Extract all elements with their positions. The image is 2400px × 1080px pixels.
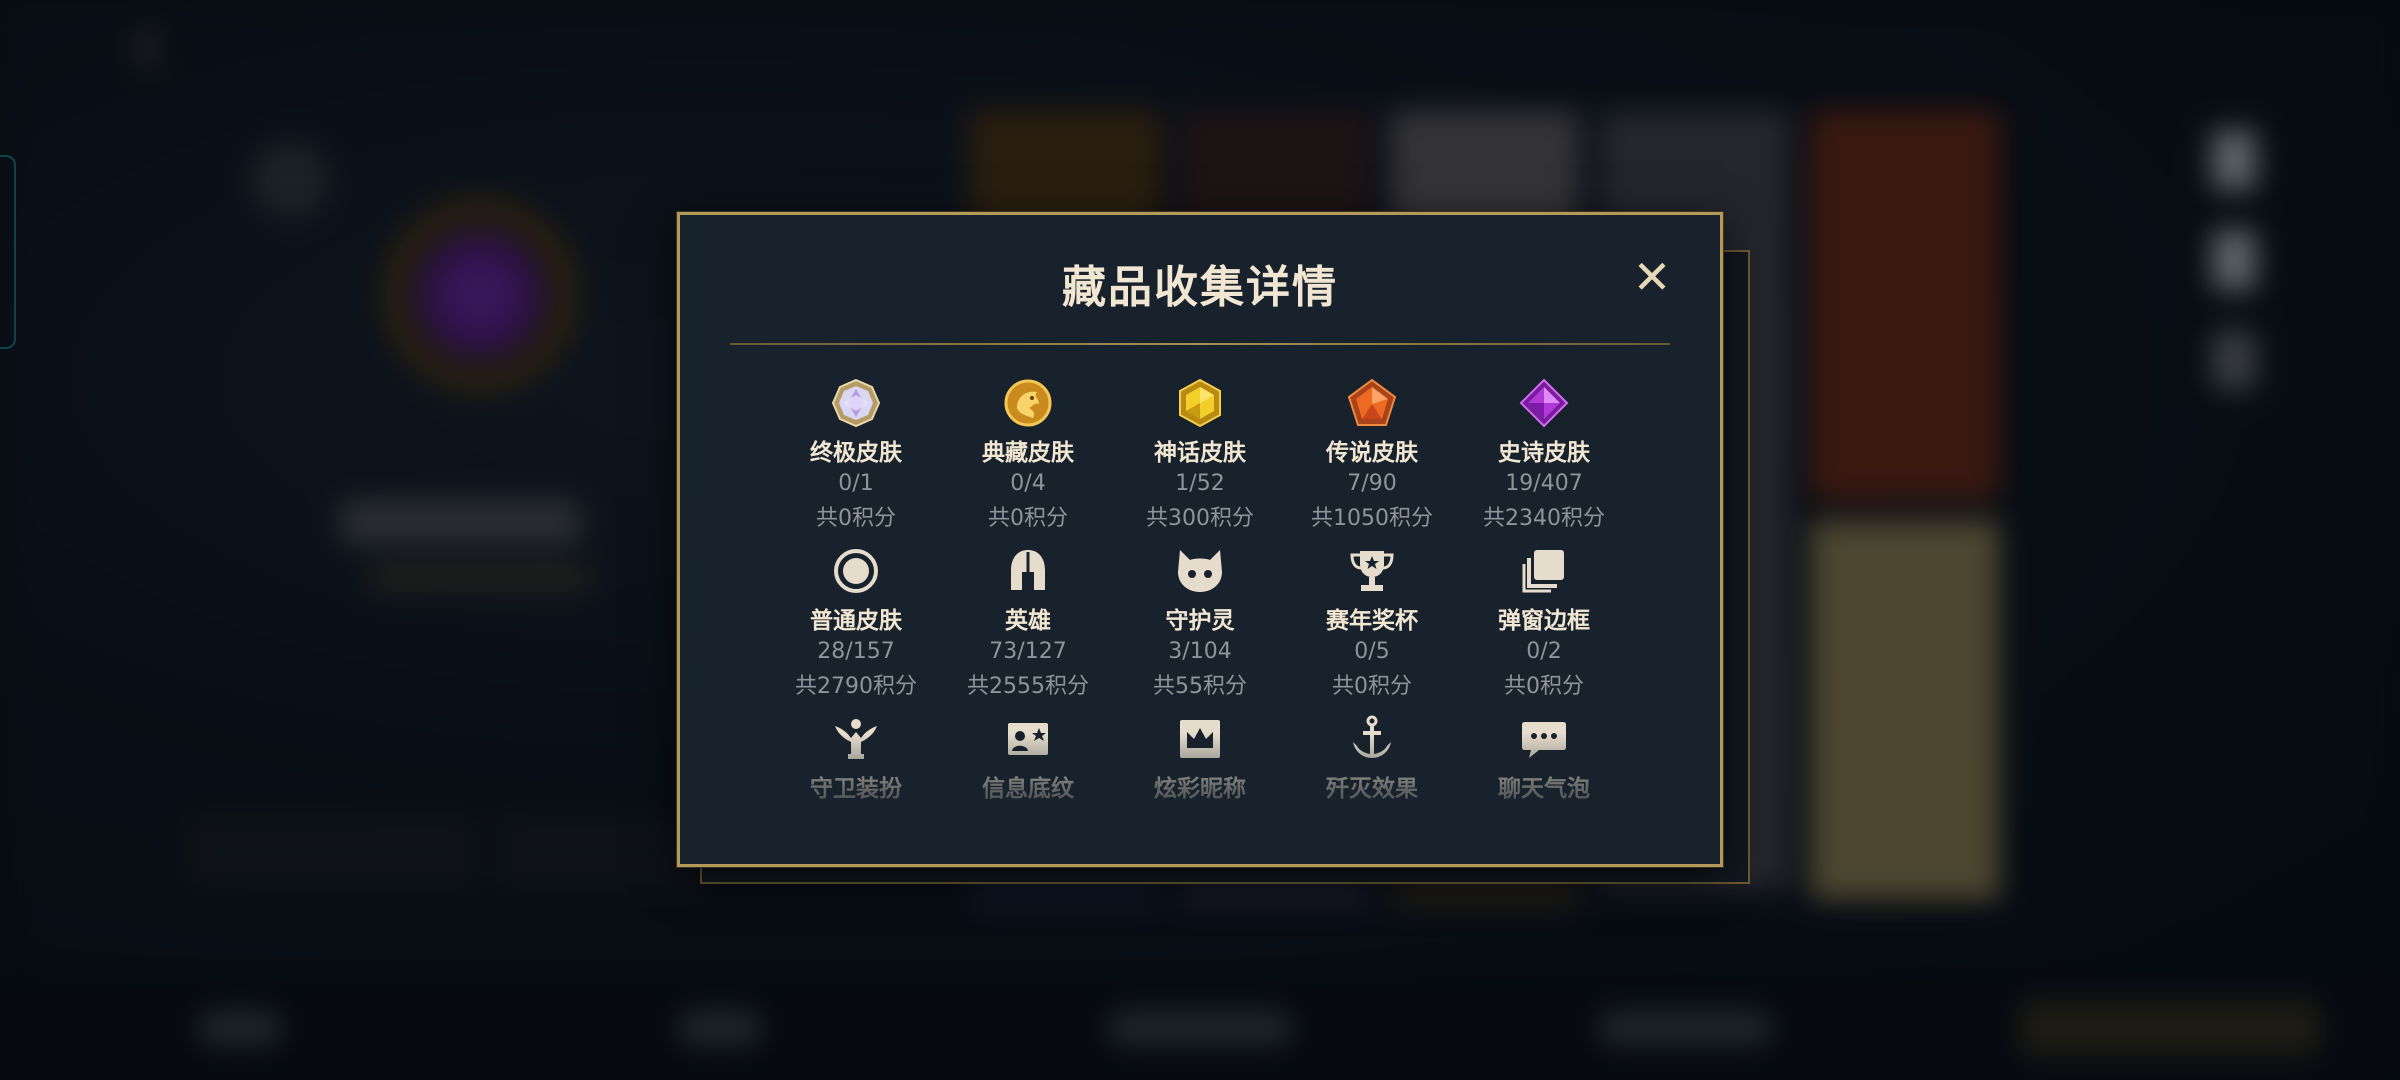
collection-row: 终极皮肤 0/1 共0积分 典藏皮肤 0/4 共0积分 神话皮肤 1/52 共3… [770,375,1630,543]
collection-item-label: 赛年奖杯 [1326,608,1418,634]
collection-item-points: 共1050积分 [1311,506,1433,531]
collection-item-count: 3/104 [1168,639,1232,664]
collection-item-season-trophy[interactable]: 赛年奖杯 0/5 共0积分 [1286,543,1458,711]
collection-item-points: 共2340积分 [1483,506,1605,531]
collection-item-info-card[interactable]: 信息底纹 [942,711,1114,835]
popup-frame-icon [1516,543,1572,599]
collection-item-label: 终极皮肤 [810,440,902,466]
collection-item-little-legend[interactable]: 守护灵 3/104 共55积分 [1114,543,1286,711]
collection-details-modal: 藏品收集详情 ✕ 终极皮肤 0/1 共0积分 典藏皮肤 0/4 共0积分 神话皮… [677,212,1723,867]
collection-item-count: 0/2 [1526,639,1562,664]
collection-row: 普通皮肤 28/157 共2790积分 英雄 73/127 共2555积分 守护… [770,543,1630,711]
champion-helmet-icon [1000,543,1056,599]
collection-item-label: 神话皮肤 [1154,440,1246,466]
chat-bubble-icon [1516,711,1572,767]
collection-item-finisher-effect[interactable]: 歼灭效果 [1286,711,1458,835]
collection-item-chat-bubble[interactable]: 聊天气泡 [1458,711,1630,835]
collection-item-legendary-skin[interactable]: 传说皮肤 7/90 共1050积分 [1286,375,1458,543]
finisher-effect-icon [1344,711,1400,767]
normal-skin-circle-icon [828,543,884,599]
collection-item-count: 0/4 [1010,471,1046,496]
modal-title: 藏品收集详情 [1062,262,1338,313]
collection-item-count: 28/157 [817,639,895,664]
collection-item-fancy-nickname[interactable]: 炫彩昵称 [1114,711,1286,835]
close-icon[interactable]: ✕ [1632,254,1672,300]
collection-item-label: 普通皮肤 [810,608,902,634]
collection-item-ward-skin[interactable]: 守卫装扮 [770,711,942,835]
little-legend-icon [1172,543,1228,599]
collection-item-label: 信息底纹 [982,776,1074,802]
collection-row: 守卫装扮 信息底纹 炫彩昵称 歼灭效果 聊天气泡 [770,711,1630,835]
collection-item-points: 共0积分 [1504,674,1584,699]
info-card-icon [1000,711,1056,767]
collection-item-count: 0/1 [838,471,874,496]
collection-item-label: 弹窗边框 [1498,608,1590,634]
collection-item-mythic-skin[interactable]: 神话皮肤 1/52 共300积分 [1114,375,1286,543]
fancy-nickname-icon [1172,711,1228,767]
ward-skin-icon [828,711,884,767]
collection-item-points: 共55积分 [1153,674,1247,699]
collection-item-label: 歼灭效果 [1326,776,1418,802]
season-trophy-icon [1344,543,1400,599]
collection-item-count: 19/407 [1505,471,1583,496]
collection-item-points: 共0积分 [988,506,1068,531]
collection-item-label: 传说皮肤 [1326,440,1418,466]
collection-item-label: 守护灵 [1165,608,1235,634]
collection-item-points: 共0积分 [1332,674,1412,699]
title-divider [730,343,1670,345]
collection-item-collectors-skin[interactable]: 典藏皮肤 0/4 共0积分 [942,375,1114,543]
collection-item-points: 共2790积分 [795,674,917,699]
collection-item-label: 典藏皮肤 [982,440,1074,466]
collectors-skin-dragon-icon [1000,375,1056,431]
epic-skin-gem-icon [1516,375,1572,431]
ultimate-skin-gem-icon [828,375,884,431]
collection-item-count: 7/90 [1347,471,1397,496]
collection-item-count: 73/127 [989,639,1067,664]
collection-item-label: 炫彩昵称 [1154,776,1246,802]
collection-item-points: 共0积分 [816,506,896,531]
collection-item-ultimate-skin[interactable]: 终极皮肤 0/1 共0积分 [770,375,942,543]
collection-item-label: 守卫装扮 [810,776,902,802]
collection-item-epic-skin[interactable]: 史诗皮肤 19/407 共2340积分 [1458,375,1630,543]
collection-item-points: 共2555积分 [967,674,1089,699]
collection-item-label: 英雄 [1005,608,1051,634]
legendary-skin-gem-icon [1344,375,1400,431]
collection-item-champion[interactable]: 英雄 73/127 共2555积分 [942,543,1114,711]
collection-item-label: 聊天气泡 [1498,776,1590,802]
collection-item-points: 共300积分 [1146,506,1254,531]
mythic-skin-gem-icon [1172,375,1228,431]
collection-grid[interactable]: 终极皮肤 0/1 共0积分 典藏皮肤 0/4 共0积分 神话皮肤 1/52 共3… [770,375,1630,835]
collection-item-normal-skin[interactable]: 普通皮肤 28/157 共2790积分 [770,543,942,711]
collection-item-count: 0/5 [1354,639,1390,664]
collection-item-label: 史诗皮肤 [1498,440,1590,466]
collection-item-popup-frame[interactable]: 弹窗边框 0/2 共0积分 [1458,543,1630,711]
collection-item-count: 1/52 [1175,471,1225,496]
